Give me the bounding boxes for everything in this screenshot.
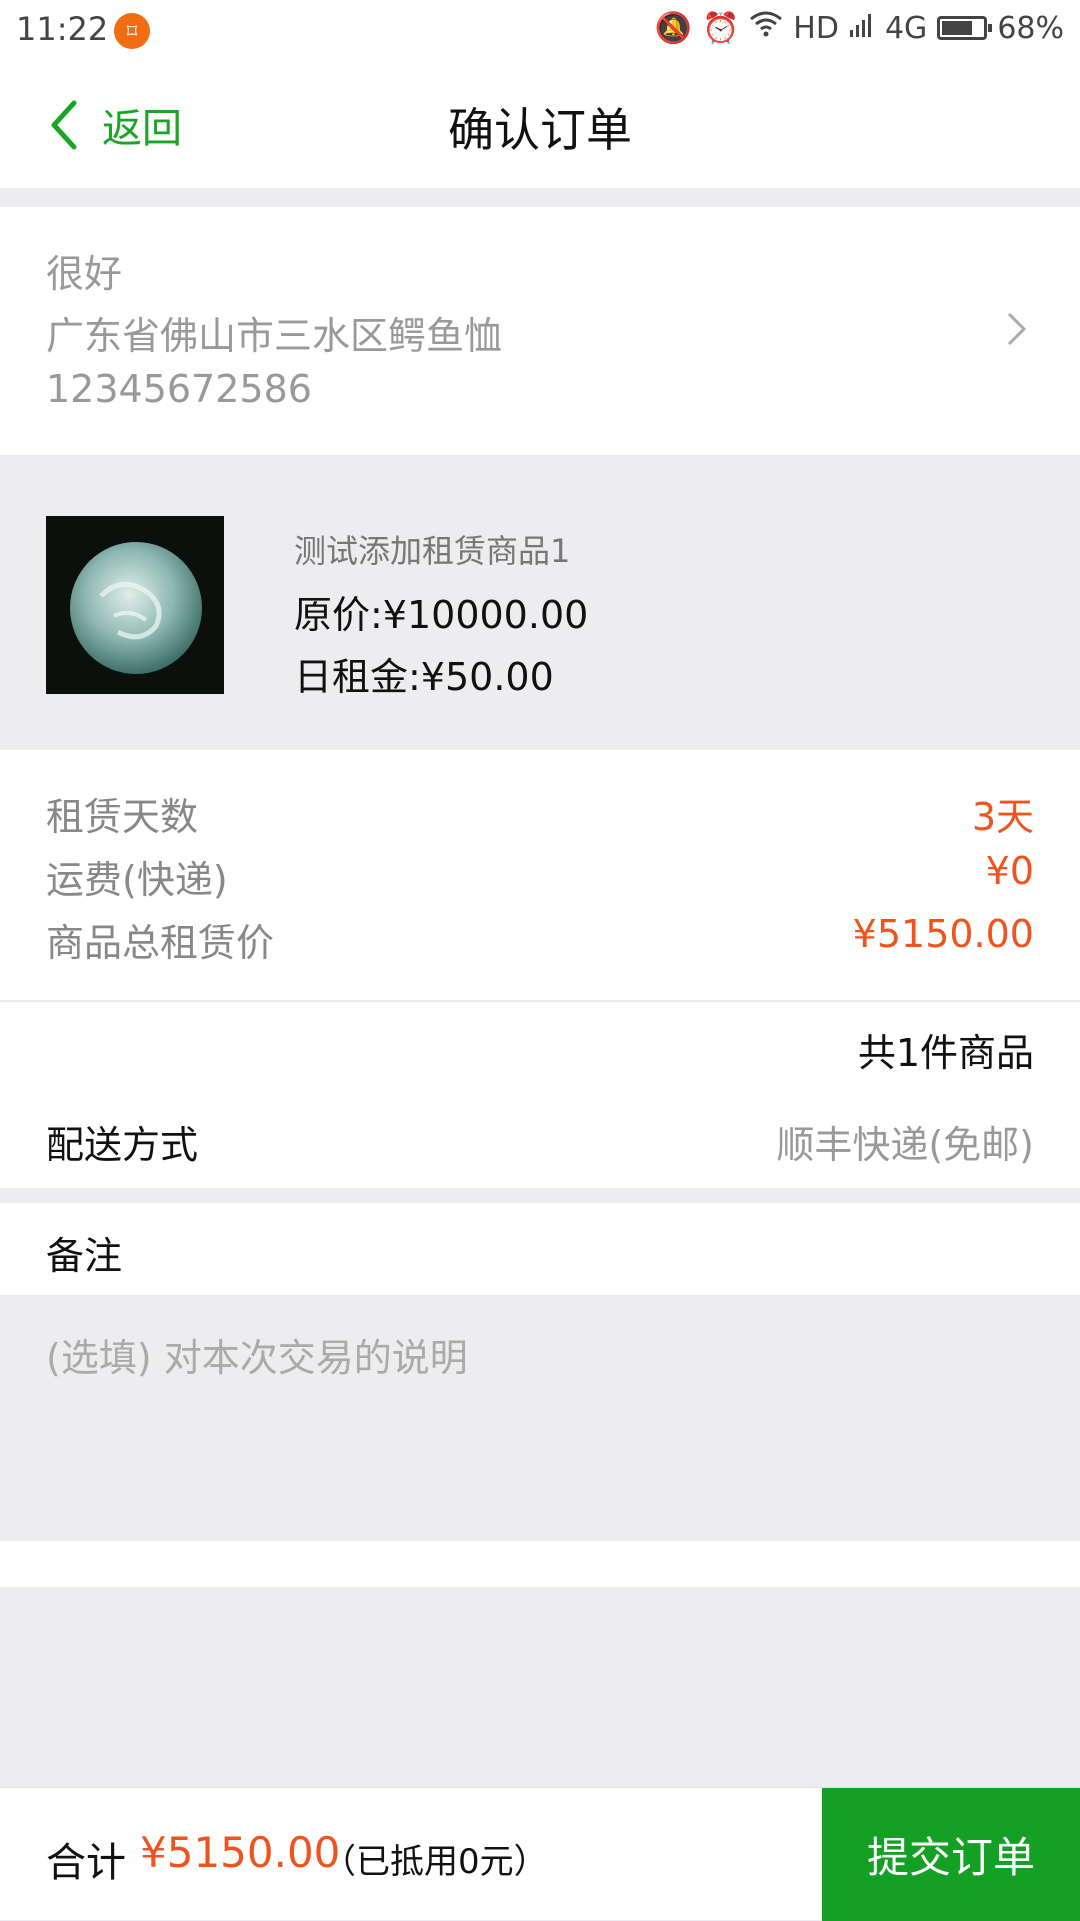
page-title: 确认订单: [448, 103, 632, 157]
total-rent-label: 商品总租赁价: [46, 921, 275, 965]
status-bar: 11:22 ⌑ 🔕 ⏰ HD 4G 68%: [0, 0, 1080, 60]
network-type: HD: [793, 10, 839, 46]
order-details: 共1件商品 配送方式 顺丰快递(免邮): [0, 1002, 1080, 1188]
mute-icon: 🔕: [654, 10, 692, 46]
remark-section: 备注: [0, 1203, 1080, 1295]
shipping-fee-value: ¥0: [985, 849, 1034, 893]
deduction-note: （已抵用0元）: [322, 1842, 548, 1882]
rental-days-label: 租赁天数: [46, 795, 199, 839]
shipping-fee-label: 运费(快递): [46, 858, 228, 902]
address-card[interactable]: 很好 广东省佛山市三水区鳄鱼恤 12345672586: [0, 207, 1080, 455]
status-time: 11:22: [16, 10, 109, 48]
delivery-method-label: 配送方式: [46, 1123, 199, 1167]
total-amount: ¥5150.00: [140, 1828, 341, 1877]
remark-input[interactable]: [0, 1295, 1080, 1541]
notification-icon: ⌑: [114, 13, 150, 49]
alarm-icon: ⏰: [701, 10, 740, 46]
delivery-method-value[interactable]: 顺丰快递(免邮): [776, 1114, 1034, 1169]
product-image: [46, 516, 224, 694]
battery-icon: [937, 16, 993, 40]
summary-row-shipping: 运费(快递) ¥0: [46, 849, 1034, 902]
signal-icon: [849, 11, 875, 46]
nav-bar: 返回 确认订单: [0, 60, 1080, 188]
summary-row-total: 商品总租赁价 ¥5150.00: [46, 912, 1034, 965]
divider: [0, 1541, 1080, 1587]
battery-level: 68%: [997, 10, 1064, 46]
total-label: 合计: [46, 1840, 126, 1886]
product-card: 测试添加租赁商品1 原价:¥10000.00 日租金:¥50.00: [0, 486, 1080, 750]
recipient-name: 很好: [46, 252, 123, 296]
wifi-icon: [749, 10, 783, 46]
submit-order-button[interactable]: 提交订单: [822, 1788, 1080, 1921]
rental-days-value: 3天: [971, 795, 1034, 839]
rental-summary: 租赁天数 3天 运费(快递) ¥0 商品总租赁价 ¥5150.00: [0, 750, 1080, 1000]
signal-type: 4G: [884, 10, 928, 46]
product-daily-rent: 日租金:¥50.00: [294, 655, 554, 699]
recipient-address: 广东省佛山市三水区鳄鱼恤: [46, 314, 503, 358]
product-original-price: 原价:¥10000.00: [294, 593, 589, 637]
status-icons: 🔕 ⏰ HD 4G 68%: [655, 10, 1064, 46]
remark-label: 备注: [46, 1234, 123, 1278]
chevron-right-icon: [1007, 312, 1027, 346]
summary-row-days: 租赁天数 3天: [46, 786, 1034, 839]
item-count: 共1件商品: [857, 1031, 1034, 1075]
product-name: 测试添加租赁商品1: [294, 532, 571, 570]
bottom-bar: 合计 ¥5150.00 （已抵用0元） 提交订单: [0, 1787, 1080, 1921]
recipient-phone: 12345672586: [46, 367, 312, 411]
total-rent-value: ¥5150.00: [852, 912, 1034, 956]
